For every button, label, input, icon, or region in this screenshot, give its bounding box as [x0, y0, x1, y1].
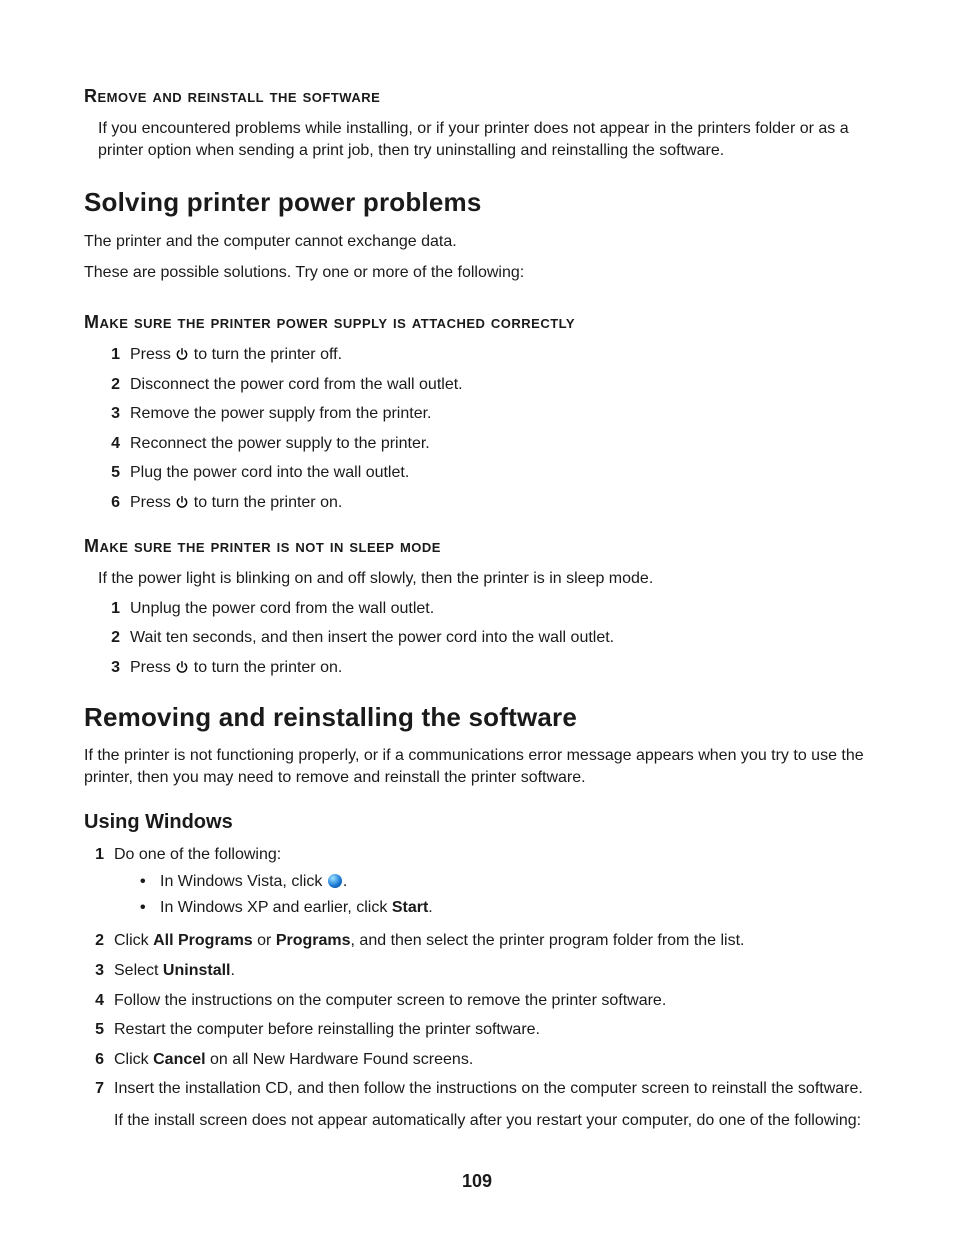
bullet-item: In Windows XP and earlier, click Start. [140, 897, 870, 919]
heading-power-supply: Make sure the printer power supply is at… [84, 310, 870, 334]
step-number: 6 [104, 492, 120, 514]
heading-remove-reinstall: Remove and reinstall the software [84, 84, 870, 108]
heading-removing-reinstalling: Removing and reinstalling the software [84, 700, 870, 735]
text-removing-intro: If the printer is not functioning proper… [84, 745, 870, 788]
step-text: Select Uninstall. [114, 960, 870, 982]
step-item: 1 Press to turn the printer off. [104, 344, 870, 366]
step-number: 5 [88, 1019, 104, 1041]
step-number: 3 [104, 403, 120, 425]
step-number: 7 [88, 1078, 104, 1131]
step-item: 6 Press to turn the printer on. [104, 492, 870, 514]
step-item: 1Do one of the following:In Windows Vist… [88, 844, 870, 923]
power-icon [175, 660, 189, 674]
heading-using-windows: Using Windows [84, 809, 870, 836]
step-number: 4 [88, 990, 104, 1012]
step-text: Do one of the following:In Windows Vista… [114, 844, 870, 923]
step-item: 3 Press to turn the printer on. [104, 657, 870, 679]
step-number: 1 [104, 344, 120, 366]
step-number: 3 [88, 960, 104, 982]
step-number: 3 [104, 657, 120, 679]
sub-bullets: In Windows Vista, click . In Windows XP a… [140, 871, 870, 918]
text-power-intro1: The printer and the computer cannot exch… [84, 231, 870, 253]
step-text: Press to turn the printer on. [130, 657, 870, 679]
step-number: 1 [88, 844, 104, 923]
document-page: Remove and reinstall the software If you… [0, 0, 954, 1235]
step-item: 7Insert the installation CD, and then fo… [88, 1078, 870, 1131]
windows-orb-icon [328, 874, 342, 888]
body-remove-reinstall: If you encountered problems while instal… [98, 118, 870, 161]
step-text: Press to turn the printer on. [130, 492, 870, 514]
steps-power-supply: 1 Press to turn the printer off. 2 Disconne… [104, 344, 870, 514]
step-item: 2 Wait ten seconds, and then insert the p… [104, 627, 870, 649]
step-number: 4 [104, 433, 120, 455]
steps-using-windows: 1Do one of the following:In Windows Vist… [88, 844, 870, 1132]
step-item: 3 Remove the power supply from the printe… [104, 403, 870, 425]
text-power-intro2: These are possible solutions. Try one or… [84, 262, 870, 284]
step-text: Disconnect the power cord from the wall … [130, 374, 870, 396]
text-sleep-intro: If the power light is blinking on and of… [98, 568, 870, 590]
power-icon [175, 347, 189, 361]
step-text: Insert the installation CD, and then fol… [114, 1078, 870, 1131]
power-icon [175, 495, 189, 509]
page-number: 109 [0, 1169, 954, 1193]
heading-solving-power: Solving printer power problems [84, 185, 870, 220]
step-item: 5 Plug the power cord into the wall outle… [104, 462, 870, 484]
step-followup: If the install screen does not appear au… [114, 1110, 870, 1132]
step-item: 6 Click Cancel on all New Hardware Found … [88, 1049, 870, 1071]
step-text: Unplug the power cord from the wall outl… [130, 598, 870, 620]
step-text: Plug the power cord into the wall outlet… [130, 462, 870, 484]
step-item: 1 Unplug the power cord from the wall out… [104, 598, 870, 620]
heading-sleep-mode: Make sure the printer is not in sleep mo… [84, 534, 870, 558]
step-item: 2 Click All Programs or Programs, and the… [88, 930, 870, 952]
step-item: 4 Follow the instructions on the computer… [88, 990, 870, 1012]
step-number: 2 [104, 627, 120, 649]
step-text: Follow the instructions on the computer … [114, 990, 870, 1012]
step-number: 2 [88, 930, 104, 952]
step-text: Restart the computer before reinstalling… [114, 1019, 870, 1041]
step-number: 1 [104, 598, 120, 620]
step-text: Reconnect the power supply to the printe… [130, 433, 870, 455]
step-item: 5 Restart the computer before reinstallin… [88, 1019, 870, 1041]
bullet-item: In Windows Vista, click . [140, 871, 870, 893]
steps-sleep-mode: 1 Unplug the power cord from the wall out… [104, 598, 870, 679]
step-number: 2 [104, 374, 120, 396]
step-item: 4 Reconnect the power supply to the print… [104, 433, 870, 455]
step-text: Wait ten seconds, and then insert the po… [130, 627, 870, 649]
step-text: Remove the power supply from the printer… [130, 403, 870, 425]
step-text: Click Cancel on all New Hardware Found s… [114, 1049, 870, 1071]
step-number: 5 [104, 462, 120, 484]
step-number: 6 [88, 1049, 104, 1071]
step-text: Press to turn the printer off. [130, 344, 870, 366]
step-item: 2 Disconnect the power cord from the wall… [104, 374, 870, 396]
step-text: Click All Programs or Programs, and then… [114, 930, 870, 952]
step-item: 3 Select Uninstall. [88, 960, 870, 982]
